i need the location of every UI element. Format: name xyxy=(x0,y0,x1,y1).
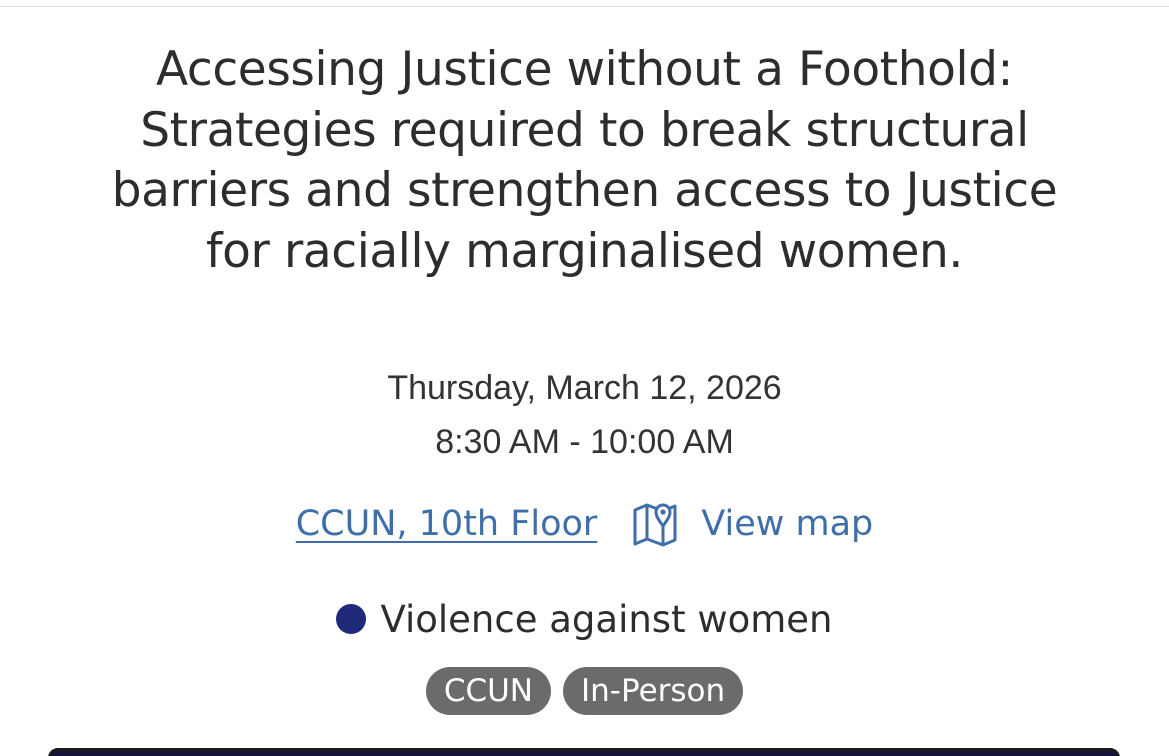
tags-row: CCUN In-Person xyxy=(0,667,1169,715)
event-title: Accessing Justice without a Foothold: St… xyxy=(111,42,1058,279)
bottom-panel xyxy=(48,748,1120,756)
event-detail-page: Accessing Justice without a Foothold: St… xyxy=(0,0,1169,756)
view-map-button[interactable]: View map xyxy=(631,500,873,548)
event-time: 8:30 AM - 10:00 AM xyxy=(435,423,734,461)
tag-in-person[interactable]: In-Person xyxy=(563,667,744,715)
category-row: Violence against women xyxy=(0,594,1169,644)
event-date: Thursday, March 12, 2026 xyxy=(387,369,782,407)
tag-ccun[interactable]: CCUN xyxy=(425,667,551,715)
map-pin-icon xyxy=(631,500,679,548)
category-label: Violence against women xyxy=(380,597,833,641)
location-link[interactable]: CCUN, 10th Floor xyxy=(296,504,598,544)
category-color-dot xyxy=(336,604,367,634)
location-row: CCUN, 10th Floor View map xyxy=(0,496,1169,552)
top-divider xyxy=(0,6,1169,7)
view-map-label: View map xyxy=(701,504,874,544)
